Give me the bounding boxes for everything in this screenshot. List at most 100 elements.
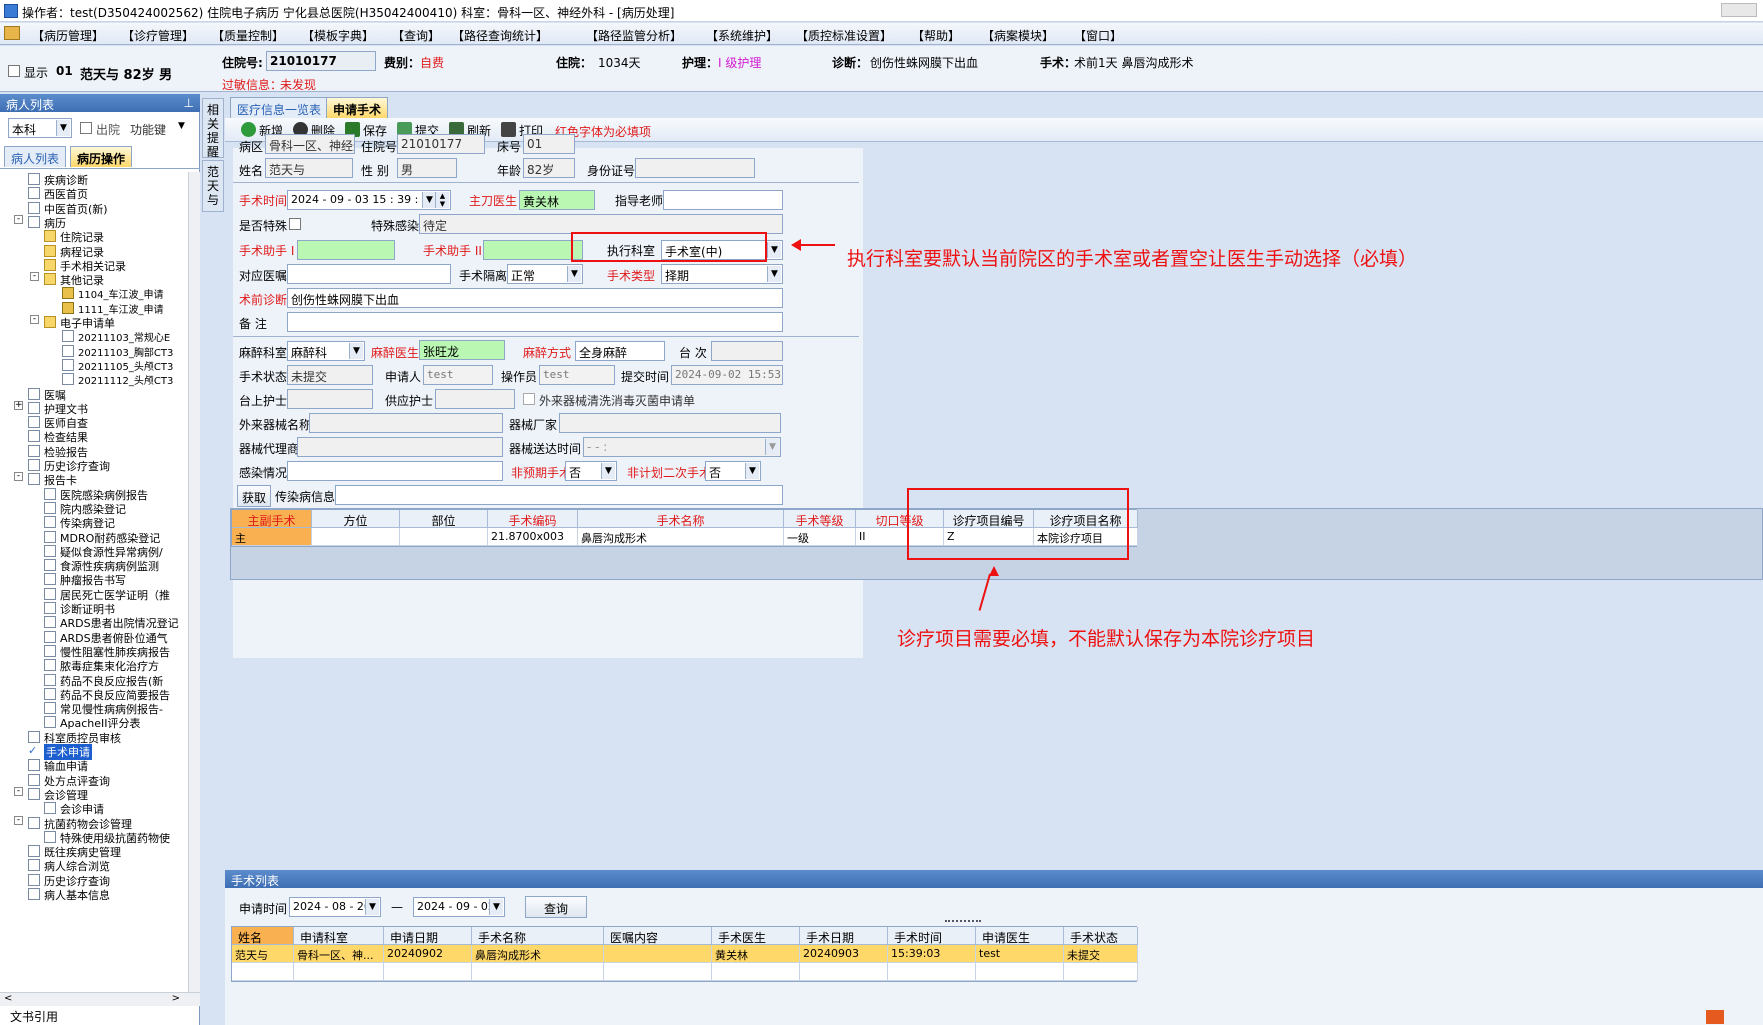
list-cell[interactable]: 范天与 [232,945,294,963]
list-header[interactable]: 医嘱内容 [604,927,712,945]
dept-select[interactable]: 本科 ▼ [8,118,72,138]
list-cell-empty[interactable] [384,963,472,981]
grid-cell[interactable]: 21.8700x003 [488,528,578,546]
tree-item[interactable]: 传染病登记 [60,515,115,531]
menu-item[interactable]: 【查询】 [392,27,440,44]
tab-medical-overview[interactable]: 医疗信息一览表 [230,97,329,118]
special-checkbox[interactable] [289,218,301,230]
op-type-select[interactable]: 择期 ▼ [661,264,783,284]
menu-item[interactable]: 【质量控制】 [212,27,284,44]
list-cell[interactable]: 未提交 [1064,945,1138,963]
list-cell[interactable] [604,945,712,963]
op-time-field[interactable]: 2024 - 09 - 03 15 : 39 : ▼ ▲ ▼ [287,190,451,210]
show-checkbox[interactable] [8,65,20,77]
asst2-field[interactable] [483,240,583,260]
tree-item[interactable]: 报告卡 [44,472,77,488]
tree-item[interactable]: 病人基本信息 [44,887,110,903]
tree-item[interactable]: ARDS患者出院情况登记 [60,615,179,631]
side-tab-reminders[interactable]: 相关提醒 [202,98,224,159]
list-cell-empty[interactable] [976,963,1064,981]
note-field[interactable] [287,312,783,332]
grid-header[interactable]: 手术编码 [488,510,578,528]
grid-header[interactable]: 部位 [400,510,488,528]
collapse-icon[interactable]: - [14,787,23,796]
tree-item[interactable]: 1111_车江波_申请 [78,301,163,316]
collapse-icon[interactable]: - [30,315,39,324]
list-header[interactable]: 申请科室 [294,927,384,945]
list-header[interactable]: 手术日期 [800,927,888,945]
tab-surgery-request[interactable]: 申请手术 [326,97,389,118]
mentor-field[interactable] [663,190,783,210]
second-op-select[interactable]: 否 ▼ [705,461,761,481]
menu-app-icon[interactable] [4,26,20,40]
menu-item[interactable]: 【系统维护】 [706,27,778,44]
isolation-select[interactable]: 正常 ▼ [507,264,583,284]
tab-record-ops[interactable]: 病历操作 [70,146,133,167]
menu-item[interactable]: 【模板字典】 [302,27,374,44]
grid-cell[interactable]: 一级 [784,528,856,546]
list-cell[interactable]: 20240902 [384,945,472,963]
date-from-field[interactable]: 2024 - 08 - 26 ▼ [289,897,381,917]
menu-item[interactable]: 【路径查询统计】 [452,27,548,44]
tree-item[interactable]: 20211103_常规心E [78,329,170,344]
list-cell-empty[interactable] [1064,963,1138,981]
chevron-down-icon[interactable]: ▼ [767,266,781,282]
unplanned-select[interactable]: 否 ▼ [565,461,617,481]
list-cell[interactable]: 鼻唇沟成形术 [472,945,604,963]
ime-icon[interactable] [1706,1010,1724,1024]
preop-dx-field[interactable]: 创伤性蛛网膜下出血 [287,288,783,308]
grid-header[interactable]: 手术等级 [784,510,856,528]
date-to-field[interactable]: 2024 - 09 - 02 ▼ [413,897,505,917]
tree-item[interactable]: 输血申请 [44,758,88,774]
chevron-down-icon[interactable]: ▼ [349,343,363,359]
menu-item[interactable]: 【帮助】 [912,27,960,44]
grid-cell[interactable]: 鼻唇沟成形术 [578,528,784,546]
menu-item[interactable]: 【质控标准设置】 [796,27,892,44]
list-cell-empty[interactable] [604,963,712,981]
tree-item[interactable]: 脓毒症集束化治疗方 [60,658,159,674]
scroll-left-icon[interactable]: < [4,993,12,1004]
list-cell-empty[interactable] [472,963,604,981]
chevron-down-icon[interactable]: ▼ [745,463,759,479]
list-header[interactable]: 姓名 [232,927,294,945]
collapse-icon[interactable]: - [14,816,23,825]
list-header[interactable]: 申请医生 [976,927,1064,945]
chevron-down-icon[interactable]: ▼ [601,463,615,479]
menu-item[interactable]: 【病历管理】 [32,27,104,44]
menu-item[interactable]: 【窗口】 [1074,27,1122,44]
collapse-icon[interactable]: - [14,472,23,481]
list-cell-empty[interactable] [232,963,294,981]
list-cell-empty[interactable] [294,963,384,981]
list-cell[interactable]: 黄关林 [712,945,800,963]
grid-cell[interactable]: 主 [232,528,312,546]
discharged-checkbox[interactable] [80,122,92,134]
spin-icon[interactable]: ▲ ▼ [435,192,449,208]
tree-item[interactable]: 病人综合浏览 [44,858,110,874]
chevron-down-icon[interactable]: ▼ [489,899,503,915]
list-header[interactable]: 手术时间 [888,927,976,945]
ext-sterilize-checkbox[interactable] [523,393,535,405]
list-cell[interactable]: 骨科一区、神... [294,945,384,963]
function-key-button[interactable]: 功能键 [130,121,166,138]
list-header[interactable]: 手术状态 [1064,927,1138,945]
list-cell[interactable]: 20240903 [800,945,888,963]
grid-cell[interactable] [312,528,400,546]
grid-cell[interactable] [400,528,488,546]
menu-item[interactable]: 【路径监管分析】 [586,27,682,44]
order-field[interactable] [287,264,451,284]
menu-item[interactable]: 【诊疗管理】 [122,27,194,44]
chevron-down-icon[interactable]: ▼ [365,899,379,915]
grid-header[interactable]: 主副手术 [232,510,312,528]
collapse-icon[interactable]: - [30,272,39,281]
infect-info-field[interactable] [335,485,783,505]
tree-item[interactable]: 检查结果 [44,429,88,445]
list-header[interactable]: 手术名称 [472,927,604,945]
list-header[interactable]: 手术医生 [712,927,800,945]
tree-scrollbar[interactable] [188,172,200,992]
tree-item[interactable]: 肿瘤报告书写 [60,572,126,588]
tree-h-scrollbar[interactable]: < > [0,992,200,1006]
list-cell[interactable]: 15:39:03 [888,945,976,963]
anes-dept-select[interactable]: 麻醉科 ▼ [287,341,365,361]
tree-item[interactable]: ApacheII评分表 [60,715,141,731]
window-controls[interactable] [1721,3,1757,17]
